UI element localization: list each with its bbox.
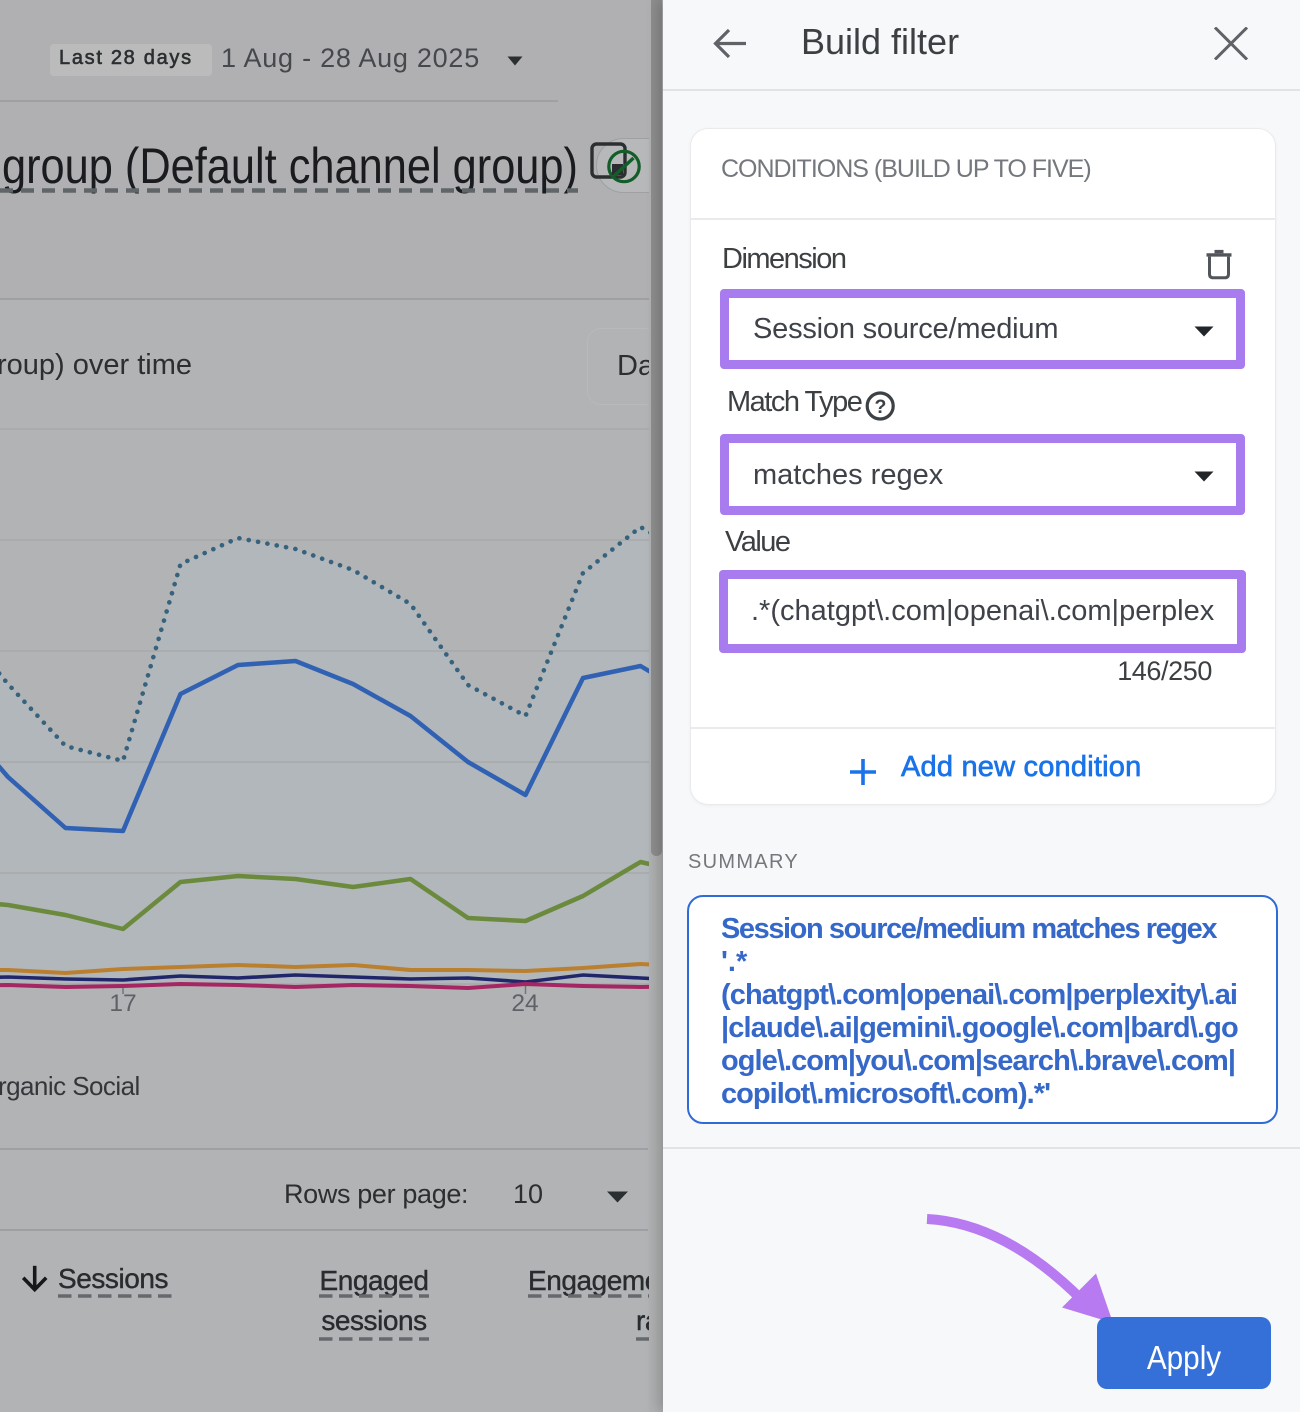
svg-text:?: ? <box>874 396 886 418</box>
